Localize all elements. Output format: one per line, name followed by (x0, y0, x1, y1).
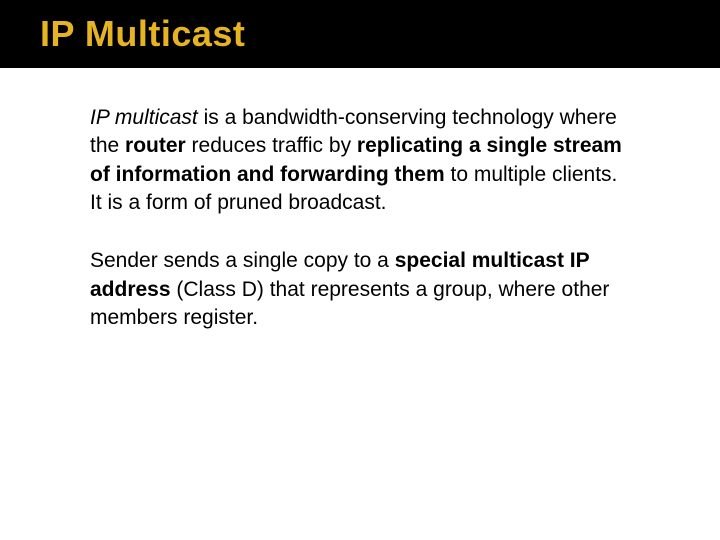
text-segment: Sender sends a single copy to a (90, 249, 395, 272)
paragraph-2: Sender sends a single copy to a special … (90, 247, 630, 332)
slide-title: IP Multicast (40, 13, 245, 55)
title-bar: IP Multicast (0, 0, 720, 68)
slide-body: IP multicast is a bandwidth-conserving t… (0, 68, 720, 332)
text-segment: reduces traffic by (186, 134, 357, 157)
term-router: router (125, 134, 186, 157)
paragraph-1: IP multicast is a bandwidth-conserving t… (90, 104, 630, 217)
term-ip-multicast: IP multicast (90, 106, 198, 129)
